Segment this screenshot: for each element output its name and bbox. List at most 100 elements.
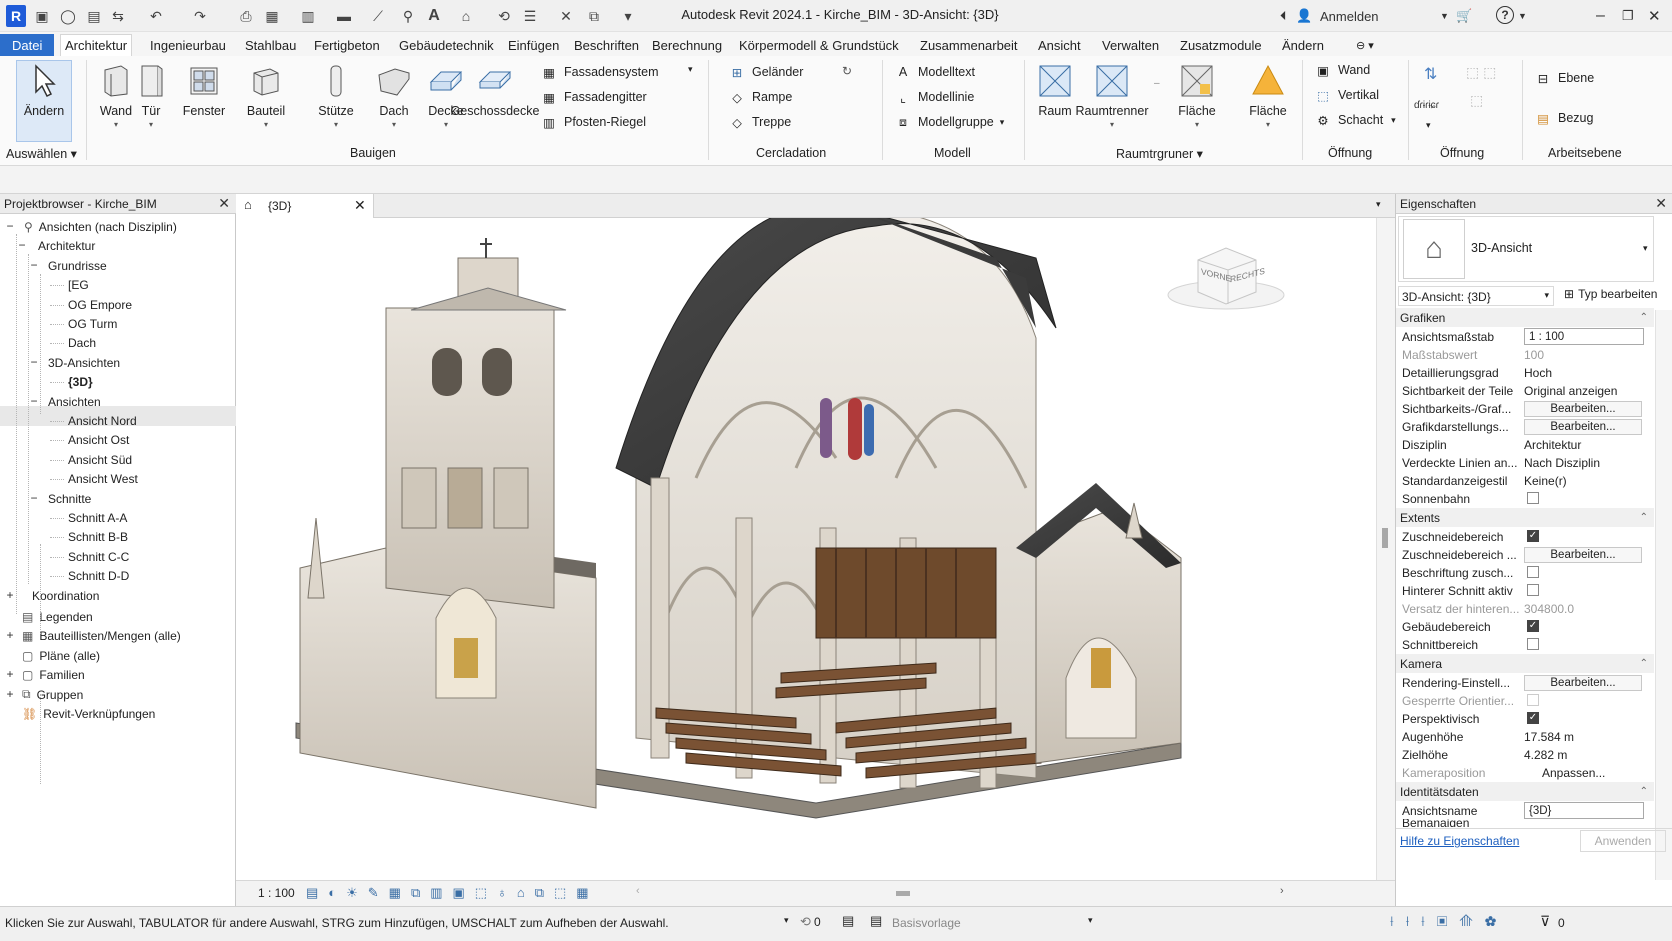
browser-item[interactable]: Schnitt A-A — [68, 509, 127, 527]
render-settings-edit-button[interactable]: Bearbeiten... — [1524, 675, 1642, 691]
room-separator-dropdown-icon[interactable]: ▾ — [1110, 120, 1114, 129]
browser-item[interactable]: Schnitt C-C — [68, 548, 129, 566]
expand-icon[interactable]: + — [4, 667, 16, 681]
area-boundary-dropdown-icon[interactable]: ▾ — [1266, 120, 1270, 129]
floor-button[interactable]: Geschossdecke — [451, 62, 539, 118]
browser-item[interactable]: Ansichten — [48, 393, 101, 411]
mullion-button[interactable]: ▥ Pfosten-Riegel — [540, 112, 646, 132]
build-panel-label[interactable]: Bauigen — [350, 146, 396, 160]
editable-only-icon[interactable]: ⟲ — [800, 914, 811, 930]
browser-item[interactable]: OG Turm — [68, 315, 117, 333]
browser-item[interactable]: ▤ Legenden — [22, 608, 93, 626]
grid-button[interactable]: ▤ Bezug — [1534, 108, 1593, 128]
browser-item[interactable]: ⧉ Gruppen — [22, 686, 83, 704]
design-option-name[interactable]: Basisvorlage — [892, 916, 961, 930]
section-graphics[interactable]: Grafiken ⌃ — [1396, 308, 1654, 327]
sync-icon[interactable]: ⇆ — [108, 6, 128, 26]
collapse-icon[interactable]: − — [16, 238, 28, 252]
column-dropdown-icon[interactable]: ▾ — [334, 120, 338, 129]
scroll-right-icon[interactable]: › — [1280, 885, 1284, 897]
close-tab-icon[interactable]: ✕ — [354, 197, 366, 214]
window-button[interactable]: Fenster — [178, 62, 230, 118]
select-panel-label[interactable]: Auswählen ▾ — [6, 146, 77, 161]
browser-item[interactable]: 3D-Ansichten — [48, 354, 120, 372]
browser-item[interactable]: ▢ Familien — [22, 666, 85, 684]
type-selector[interactable]: ⌂ 3D-Ansicht ▾ — [1398, 216, 1654, 282]
view-tab[interactable]: ⌂ {3D} ✕ — [236, 194, 374, 218]
railing-options-icon[interactable]: ↻ — [842, 64, 852, 78]
ramp-button[interactable]: ◇ Rampe — [728, 87, 792, 107]
prop-detail-level[interactable]: Detaillierungsgrad Hoch — [1396, 363, 1654, 382]
roof-dropdown-icon[interactable]: ▾ — [392, 120, 396, 129]
area-dropdown-icon[interactable]: ▾ — [1195, 120, 1199, 129]
redo-icon[interactable]: ↷ — [190, 6, 210, 26]
tab-berechnung[interactable]: Berechnung — [648, 35, 726, 55]
prop-discipline[interactable]: Disziplin Architektur — [1396, 435, 1654, 454]
scope-box-checkbox[interactable]: ✓ — [1527, 620, 1539, 632]
design-options-icon[interactable]: ▤ — [842, 913, 854, 929]
railing-button[interactable]: ⊞ Geländer — [728, 62, 804, 82]
browser-item[interactable]: ▢ Pläne (alle) — [22, 647, 100, 665]
browser-item[interactable]: ▦ Bauteillisten/Mengen (alle) — [22, 627, 181, 645]
cloud-icon[interactable]: ◯ — [58, 6, 78, 26]
tab-dropdown-icon[interactable]: ▾ — [1376, 199, 1381, 210]
tab-ansicht[interactable]: Ansicht — [1034, 35, 1085, 55]
by-face-dropdown-icon[interactable]: ▾ — [1426, 120, 1431, 131]
prop-eye-elevation[interactable]: Augenhöhe 17.584 m — [1396, 727, 1654, 746]
text-icon[interactable]: A — [424, 6, 444, 26]
scroll-thumb[interactable] — [1382, 528, 1388, 548]
model-line-button[interactable]: ⌞ Modellinie — [894, 87, 974, 107]
collapse-icon[interactable]: ⌃ — [1640, 312, 1648, 323]
circulation-panel-label[interactable]: Cercladation — [756, 146, 826, 160]
vg-edit-button[interactable]: Bearbeiten... — [1524, 401, 1642, 417]
print-icon[interactable]: ⎙ — [236, 6, 256, 26]
door-dropdown-icon[interactable]: ▾ — [149, 120, 153, 129]
far-clip-checkbox[interactable] — [1527, 584, 1539, 596]
tab-datei[interactable]: Datei — [0, 34, 55, 56]
tab-fertigbeton[interactable]: Fertigbeton — [310, 35, 384, 55]
curtain-dropdown-icon[interactable]: ▾ — [688, 64, 693, 75]
minimize-icon[interactable]: – — [1596, 6, 1605, 26]
undo-icon[interactable]: ↶ — [146, 6, 166, 26]
room-panel-label[interactable]: Raumtrgruner ▾ — [1116, 146, 1203, 161]
user-icon[interactable]: 👤 — [1296, 6, 1312, 26]
dimension-icon[interactable]: ⟋ — [368, 6, 388, 26]
save-icon[interactable]: ▤ — [84, 6, 104, 26]
stair-button[interactable]: ◇ Treppe — [728, 112, 791, 132]
apply-button[interactable]: Anwenden — [1580, 830, 1666, 852]
tab-stahlbau[interactable]: Stahlbau — [241, 35, 300, 55]
instance-selector[interactable]: 3D-Ansicht: {3D} ▾ — [1398, 286, 1554, 306]
3d-view-icon[interactable]: ⌂ — [456, 6, 476, 26]
signin-dropdown-icon[interactable]: ▼ — [1440, 6, 1449, 26]
expand-icon[interactable]: + — [4, 588, 16, 602]
browser-item[interactable]: Ansicht Süd — [68, 451, 132, 469]
help-icon[interactable]: ? — [1496, 6, 1514, 24]
3d-viewport[interactable]: VORNE RECHTS — [236, 218, 1376, 880]
collapse-icon[interactable]: − — [28, 355, 40, 369]
close-window-icon[interactable]: ✕ — [1648, 6, 1661, 26]
crop-view-checkbox[interactable]: ✓ — [1527, 530, 1539, 542]
prop-parts-visibility[interactable]: Sichtbarkeit der Teile Original anzeigen — [1396, 381, 1654, 400]
browser-item[interactable]: OG Empore — [68, 296, 132, 314]
tag-icon[interactable]: ⚲ — [398, 6, 418, 26]
tab-gebaeudetechnik[interactable]: Gebäudetechnik — [395, 35, 498, 55]
scroll-left-icon[interactable]: ‹ — [636, 885, 640, 897]
component-dropdown-icon[interactable]: ▾ — [264, 120, 268, 129]
section-extents[interactable]: Extents ⌃ — [1396, 508, 1654, 527]
workset-dropdown-icon[interactable]: ▾ — [784, 915, 789, 926]
wall-button[interactable]: Wand ▾ — [96, 62, 136, 129]
annotation-crop-checkbox[interactable] — [1527, 566, 1539, 578]
opening-panel-label[interactable]: Öffnung — [1328, 146, 1372, 160]
properties-help-link[interactable]: Hilfe zu Eigenschaften — [1400, 834, 1519, 848]
expand-icon[interactable]: + — [4, 687, 16, 701]
design-option-dropdown-icon[interactable]: ▾ — [1088, 915, 1093, 926]
tab-zusatzmodule[interactable]: Zusatzmodule — [1176, 35, 1266, 55]
tag-room-icon[interactable]: – — [1154, 78, 1160, 89]
tab-zusammenarbeit[interactable]: Zusammenarbeit — [916, 35, 1022, 55]
browser-item[interactable]: Dach — [68, 334, 96, 352]
door-button[interactable]: Tür ▾ — [136, 62, 166, 129]
section-icon[interactable]: ⟲ — [494, 6, 514, 26]
browser-item[interactable]: Schnitt D-D — [68, 567, 129, 585]
browser-item[interactable]: ⚲ Ansichten (nach Disziplin) — [24, 218, 177, 236]
view-vertical-scrollbar[interactable] — [1376, 218, 1395, 880]
